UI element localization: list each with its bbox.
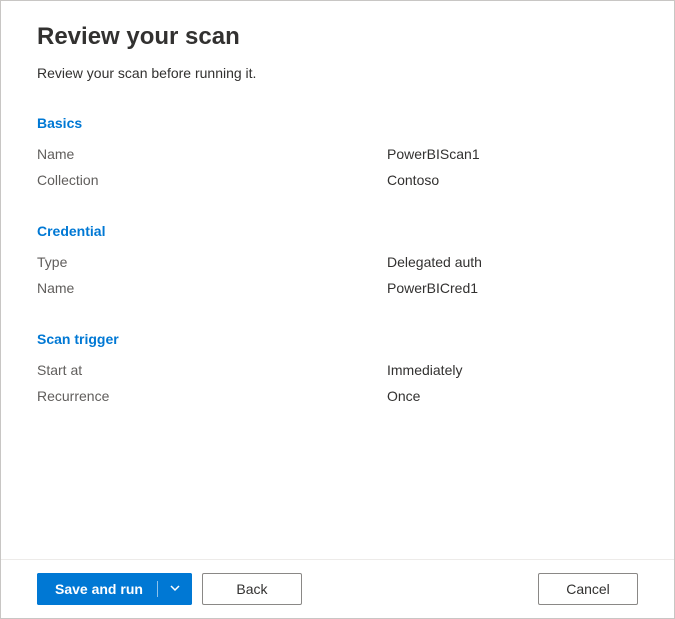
section-scan-trigger-title: Scan trigger [37,331,638,347]
field-value-credname: PowerBICred1 [387,280,478,296]
review-scan-panel: Review your scan Review your scan before… [0,0,675,619]
section-basics-title: Basics [37,115,638,131]
field-label-type: Type [37,254,387,270]
field-row-start: Start at Immediately [37,357,638,383]
save-and-run-split-button: Save and run [37,573,192,605]
field-value-start: Immediately [387,362,462,378]
save-and-run-menu-button[interactable] [158,573,192,605]
field-row-type: Type Delegated auth [37,249,638,275]
chevron-down-icon [169,582,181,597]
field-value-collection: Contoso [387,172,439,188]
field-label-recurrence: Recurrence [37,388,387,404]
page-title: Review your scan [37,23,638,51]
field-row-recurrence: Recurrence Once [37,383,638,409]
panel-footer: Save and run Back Cancel [1,559,674,618]
back-button[interactable]: Back [202,573,302,605]
page-subtitle: Review your scan before running it. [37,65,638,81]
field-value-recurrence: Once [387,388,420,404]
section-credential-title: Credential [37,223,638,239]
panel-content: Review your scan Review your scan before… [1,1,674,559]
section-basics: Basics Name PowerBIScan1 Collection Cont… [37,115,638,193]
save-and-run-button[interactable]: Save and run [37,573,157,605]
field-value-name: PowerBIScan1 [387,146,480,162]
field-value-type: Delegated auth [387,254,482,270]
field-label-start: Start at [37,362,387,378]
field-row-name: Name PowerBIScan1 [37,141,638,167]
field-row-credname: Name PowerBICred1 [37,275,638,301]
cancel-button[interactable]: Cancel [538,573,638,605]
field-label-name: Name [37,146,387,162]
field-label-collection: Collection [37,172,387,188]
field-row-collection: Collection Contoso [37,167,638,193]
section-scan-trigger: Scan trigger Start at Immediately Recurr… [37,331,638,409]
section-credential: Credential Type Delegated auth Name Powe… [37,223,638,301]
field-label-credname: Name [37,280,387,296]
